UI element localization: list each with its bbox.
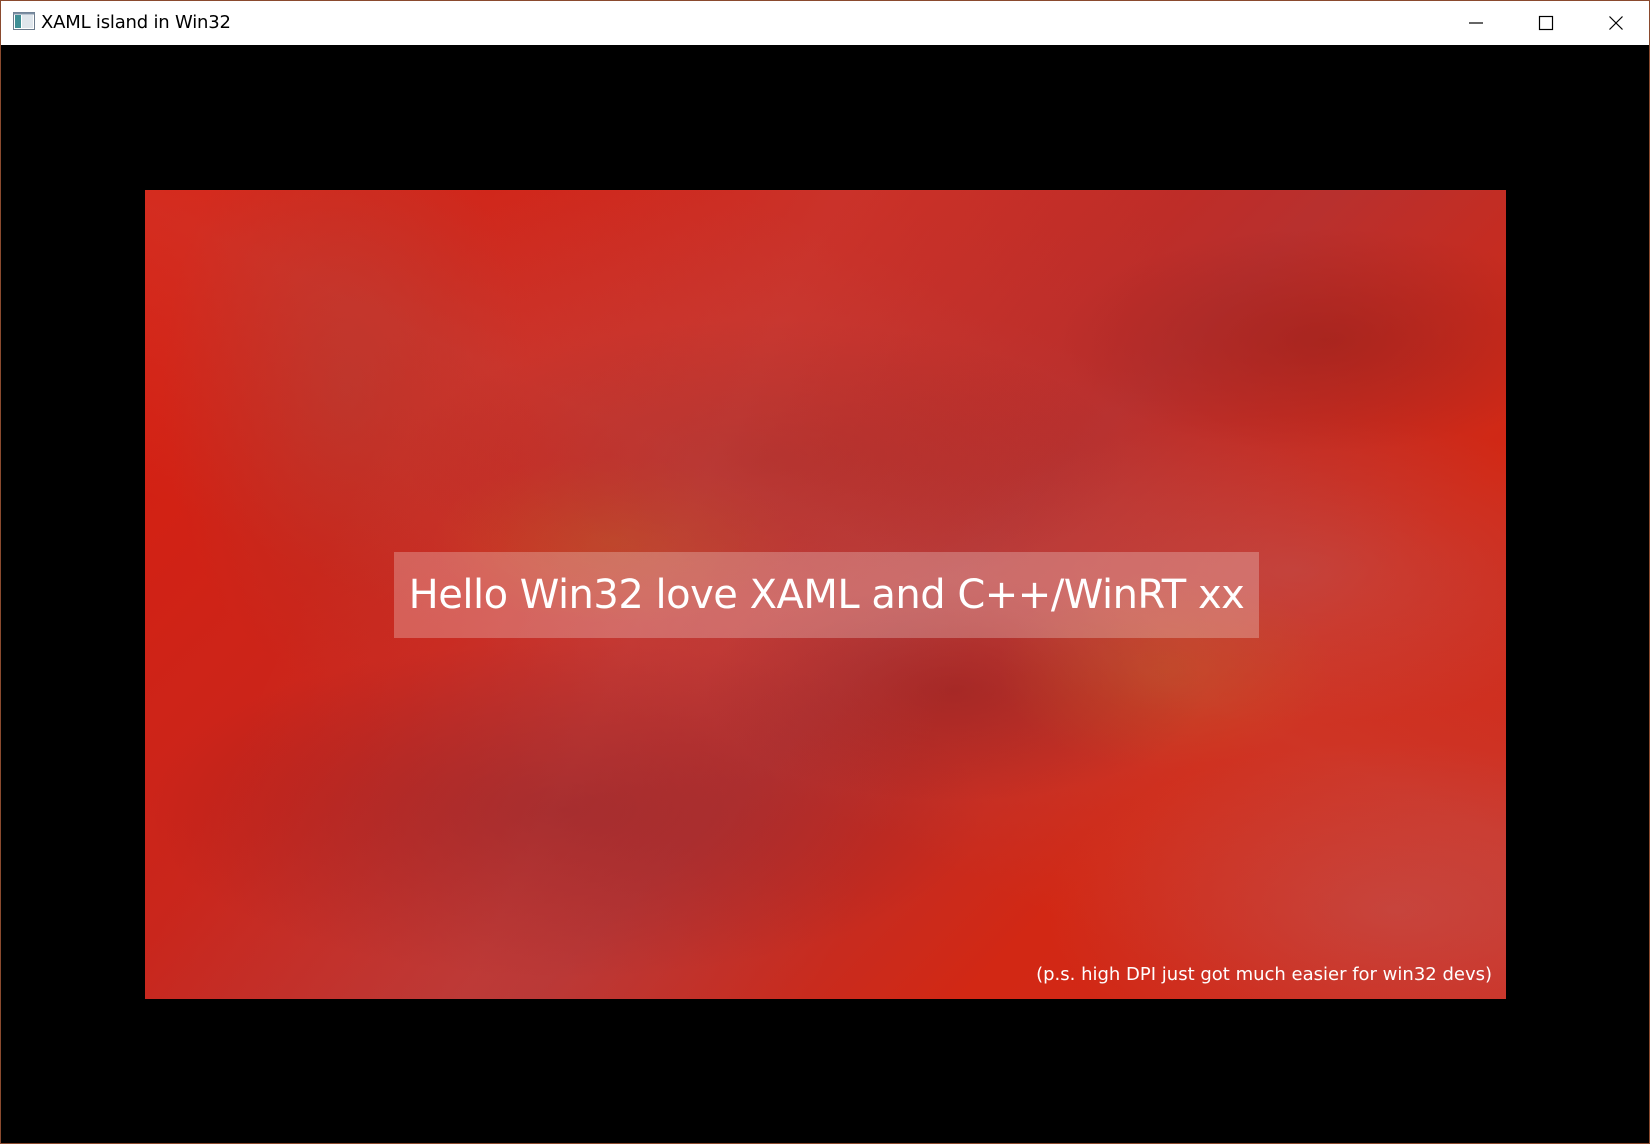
minimize-icon: [1469, 22, 1483, 24]
app-window: XAML island in Win32 Hello Win32 love XA…: [0, 0, 1650, 1144]
title-bar[interactable]: XAML island in Win32: [1, 1, 1649, 45]
hello-text-box: Hello Win32 love XAML and C++/WinRT xx: [394, 552, 1259, 638]
hello-text: Hello Win32 love XAML and C++/WinRT xx: [408, 572, 1245, 618]
xaml-island-background: Hello Win32 love XAML and C++/WinRT xx (…: [145, 190, 1506, 999]
window-title: XAML island in Win32: [41, 12, 231, 33]
maximize-button[interactable]: [1511, 1, 1581, 45]
close-button[interactable]: [1581, 1, 1649, 45]
client-area: Hello Win32 love XAML and C++/WinRT xx (…: [1, 45, 1649, 1143]
ps-note-text: (p.s. high DPI just got much easier for …: [1036, 964, 1492, 985]
minimize-button[interactable]: [1441, 1, 1511, 45]
window-app-icon: [13, 12, 35, 30]
maximize-icon: [1538, 15, 1554, 31]
close-icon: [1609, 16, 1623, 30]
